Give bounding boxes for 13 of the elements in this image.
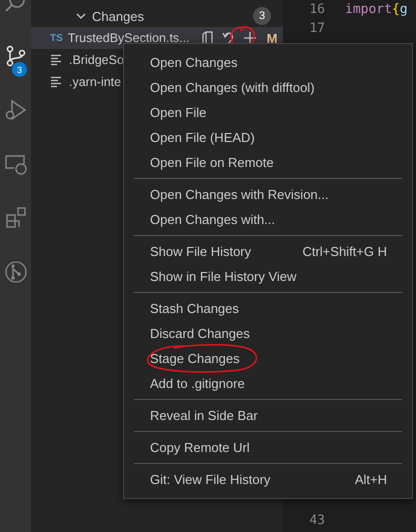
code-line: import{g	[345, 2, 408, 17]
keyboard-shortcut: Ctrl+Shift+G H	[302, 244, 387, 259]
file-name: .BridgeSo	[69, 53, 124, 67]
typescript-file-icon: TS	[50, 32, 63, 44]
notification-badge: 3	[12, 62, 27, 77]
line-number: 43	[308, 513, 325, 528]
count-badge: 3	[253, 7, 271, 25]
keyboard-shortcut: Alt+H	[354, 472, 387, 487]
line-number: 17	[308, 21, 325, 36]
line-number: 16	[308, 2, 325, 17]
file-name: .yarn-inte	[69, 75, 122, 89]
file-name: TrustedBySection.ts...	[68, 31, 190, 45]
modified-status: M	[266, 30, 278, 46]
